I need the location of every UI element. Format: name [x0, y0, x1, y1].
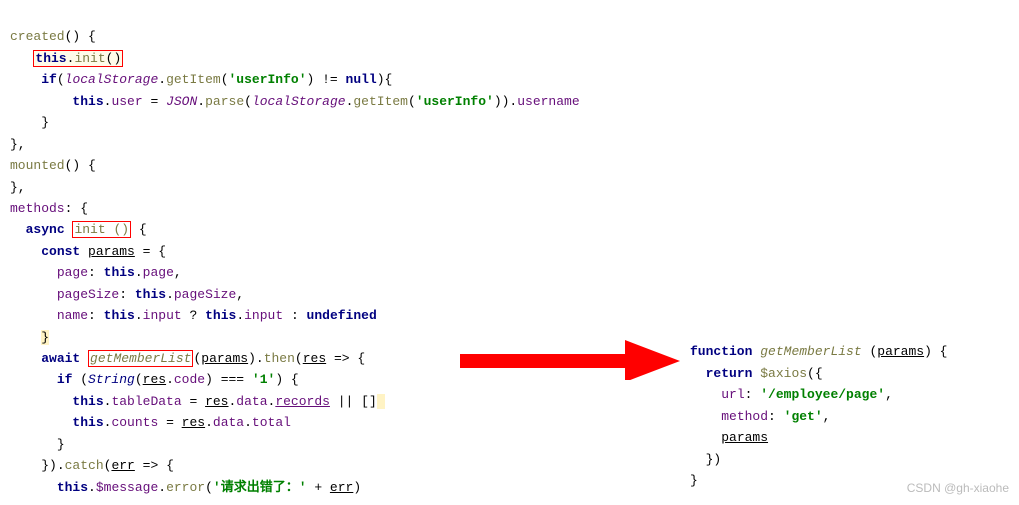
line-10: async init () {	[10, 221, 147, 238]
line-8: },	[10, 180, 26, 195]
line-9: methods: {	[10, 201, 88, 216]
line-11: const params = {	[10, 244, 166, 259]
line-12: page: this.page,	[10, 265, 182, 280]
line-22: this.$message.error('请求出错了：' + err)	[10, 480, 361, 495]
line-20: }	[10, 437, 65, 452]
line-13: pageSize: this.pageSize,	[10, 287, 244, 302]
watermark: CSDN @gh-xiaohe	[907, 479, 1009, 499]
line-19: this.counts = res.data.total	[10, 415, 291, 430]
r-line-6: })	[690, 452, 721, 467]
r-line-1: function getMemberList (params) {	[690, 344, 947, 359]
line-2: this.init()	[10, 50, 123, 67]
line-14: name: this.input ? this.input : undefine…	[10, 308, 377, 323]
r-line-5: params	[690, 430, 768, 445]
line-16: await getMemberList(params).then(res => …	[10, 350, 365, 367]
line-3: if(localStorage.getItem('userInfo') != n…	[10, 72, 392, 87]
line-5: }	[10, 115, 49, 130]
r-line-2: return $axios({	[690, 366, 823, 381]
arrow-icon	[460, 340, 680, 380]
code-left-block: created() { this.init() if(localStorage.…	[10, 5, 580, 498]
line-7: mounted() {	[10, 158, 96, 173]
line-18: this.tableData = res.data.records || []	[10, 394, 385, 409]
r-line-3: url: '/employee/page',	[690, 387, 893, 402]
line-4: this.user = JSON.parse(localStorage.getI…	[10, 94, 580, 109]
code-right-block: function getMemberList (params) { return…	[690, 320, 947, 492]
line-1: created() {	[10, 29, 96, 44]
r-line-7: }	[690, 473, 698, 488]
line-21: }).catch(err => {	[10, 458, 174, 473]
line-17: if (String(res.code) === '1') {	[10, 372, 299, 387]
r-line-4: method: 'get',	[690, 409, 830, 424]
line-15: }	[10, 330, 49, 345]
line-6: },	[10, 137, 26, 152]
